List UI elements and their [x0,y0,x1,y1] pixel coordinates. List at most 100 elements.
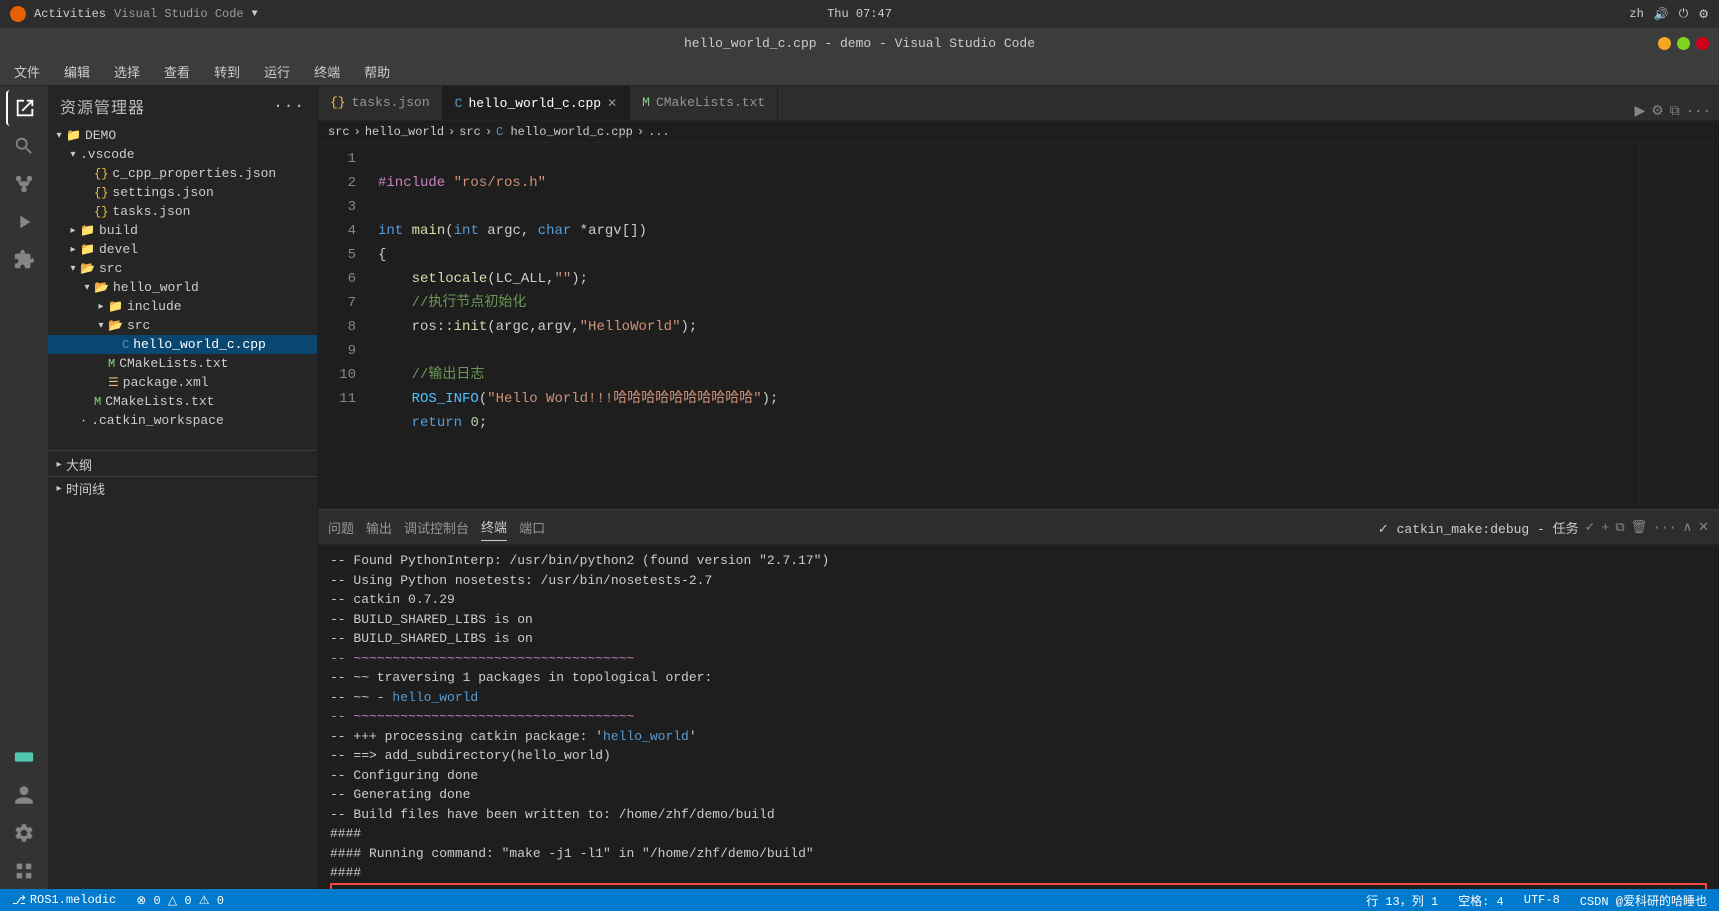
activity-remote[interactable] [6,739,42,775]
status-spaces[interactable]: 空格: 4 [1454,892,1508,909]
terminal-split-icon[interactable]: ⧉ [1615,520,1624,535]
activity-run-debug[interactable] [6,204,42,240]
tree-item-package-xml[interactable]: ☰ package.xml [48,373,317,392]
menu-file[interactable]: 文件 [10,60,44,83]
tab-output[interactable]: 输出 [366,514,392,541]
breadcrumb-part[interactable]: C hello_world_c.cpp [496,125,633,139]
terminal-line: -- Found PythonInterp: /usr/bin/python2 … [330,551,1707,571]
activity-extensions[interactable] [6,242,42,278]
sidebar-menu-icon[interactable]: ··· [273,97,305,115]
tab-debug-console[interactable]: 调试控制台 [404,514,469,541]
terminal-content[interactable]: -- Found PythonInterp: /usr/bin/python2 … [318,545,1719,889]
tree-item-outline[interactable]: ▸ 大纲 [48,450,317,476]
status-branch[interactable]: ⎇ ROS1.melodic [8,893,120,908]
terminal-line: -- Configuring done [330,766,1707,786]
terminal-trash-icon[interactable]: 🗑 [1631,520,1648,535]
file-icon: · [80,414,87,428]
terminal-check-icon[interactable]: ✓ [1585,520,1596,535]
activity-source-control[interactable] [6,166,42,202]
terminal-line: -- ~~~~~~~~~~~~~~~~~~~~~~~~~~~~~~~~~~~~ [330,649,1707,669]
tree-item-devel[interactable]: ▸ 📁 devel [48,240,317,259]
close-button[interactable] [1696,37,1709,50]
tree-item-catkin[interactable]: · .catkin_workspace [48,411,317,430]
minimap [1639,143,1719,509]
power-icon[interactable]: ⏻ [1679,7,1689,21]
activity-grid[interactable] [6,853,42,889]
tab-terminal[interactable]: 终端 [481,513,507,541]
tree-item-build[interactable]: ▸ 📁 build [48,221,317,240]
chevron-right-icon: ▸ [66,244,80,256]
tree-item-include[interactable]: ▸ 📁 include [48,297,317,316]
terminal-panel: 问题 输出 调试控制台 终端 端口 ✓ catkin_make:debug - … [318,509,1719,889]
activity-search[interactable] [6,128,42,164]
activity-explorer[interactable] [6,90,42,126]
menu-edit[interactable]: 编辑 [60,60,94,83]
settings-icon[interactable]: ⚙ [1651,103,1664,120]
cursor-label: 行 13，列 1 [1366,892,1438,909]
breadcrumb-sep: › [637,125,644,139]
tree-item-cmakelists-inner[interactable]: M CMakeLists.txt [48,354,317,373]
tree-item-settings[interactable]: {} settings.json [48,183,317,202]
terminal-more-icon[interactable]: ··· [1653,520,1676,535]
xml-file-icon: ☰ [108,375,119,390]
sound-icon[interactable]: 🔊 [1654,7,1669,22]
folder-closed-icon: 📁 [80,223,95,238]
chevron-right-icon: ▸ [66,225,80,237]
minimize-button[interactable] [1658,37,1671,50]
menu-terminal[interactable]: 终端 [310,60,344,83]
terminal-add-icon[interactable]: + [1602,520,1610,535]
maximize-button[interactable] [1677,37,1690,50]
tab-tasks-json[interactable]: {} tasks.json [318,86,443,120]
tree-item-demo[interactable]: ▾ 📁 DEMO [48,126,317,145]
tab-hello-cpp[interactable]: C hello_world_c.cpp ✕ [443,86,631,120]
activity-settings[interactable] [6,815,42,851]
vscode-label[interactable]: Visual Studio Code [114,7,244,21]
tree-item-src-root[interactable]: ▾ 📂 src [48,259,317,278]
branch-label: ROS1.melodic [30,893,116,907]
tab-close-button[interactable]: ✕ [607,96,617,111]
status-errors[interactable]: ⊗ 0 △ 0 ⚠ 0 [132,893,228,908]
tree-item-hello-world[interactable]: ▾ 📂 hello_world [48,278,317,297]
code-content[interactable]: #include "ros/ros.h" int main(int argc, … [366,143,1639,509]
terminal-chevron-up-icon[interactable]: ∧ [1683,520,1693,535]
split-editor-icon[interactable]: ⧉ [1670,104,1680,120]
menu-go[interactable]: 转到 [210,60,244,83]
menu-select[interactable]: 选择 [110,60,144,83]
status-encoding[interactable]: UTF-8 [1520,893,1564,907]
run-icon[interactable]: ▶ [1634,103,1645,120]
tab-cmake[interactable]: M CMakeLists.txt [630,86,778,120]
terminal-close-icon[interactable]: ✕ [1698,520,1709,535]
tree-item-cpp-properties[interactable]: {} c_cpp_properties.json [48,164,317,183]
breadcrumb-part[interactable]: ... [648,125,670,139]
status-cursor[interactable]: 行 13，列 1 [1362,892,1442,909]
terminal-line: -- Generating done [330,785,1707,805]
breadcrumb-part[interactable]: src [459,125,481,139]
breadcrumb-part[interactable]: hello_world [365,125,444,139]
tab-ports[interactable]: 端口 [519,514,545,541]
breadcrumb-part[interactable]: src [328,125,350,139]
tree-label: DEMO [85,128,116,143]
dropdown-icon[interactable]: ▼ [252,9,258,20]
tab-label: hello_world_c.cpp [468,96,601,111]
json-file-icon: {} [94,186,108,200]
lang-indicator[interactable]: zh [1629,7,1643,21]
tab-problems[interactable]: 问题 [328,514,354,541]
tree-item-tasks[interactable]: {} tasks.json [48,202,317,221]
chevron-down-icon: ▾ [66,263,80,275]
menu-run[interactable]: 运行 [260,60,294,83]
cpp-file-icon: C [122,338,129,352]
tree-item-vscode[interactable]: ▾ .vscode [48,145,317,164]
tree-item-timeline[interactable]: ▸ 时间线 [48,476,317,500]
activity-user[interactable] [6,777,42,813]
tree-item-src-inner[interactable]: ▾ 📂 src [48,316,317,335]
menu-help[interactable]: 帮助 [360,60,394,83]
tree-item-cmakelists-outer[interactable]: M CMakeLists.txt [48,392,317,411]
firefox-icon[interactable] [10,6,26,22]
status-right: 行 13，列 1 空格: 4 UTF-8 CSDN @爱科研的哈睡也 [1362,892,1711,909]
code-editor[interactable]: 1 2 3 4 5 6 7 8 9 10 11 #include "ros/ro… [318,143,1719,509]
more-actions-icon[interactable]: ··· [1686,104,1711,120]
settings-topbar-icon[interactable]: ⚙ [1698,7,1709,22]
activities-label[interactable]: Activities [34,7,106,21]
tree-item-hello-cpp[interactable]: C hello_world_c.cpp [48,335,317,354]
menu-view[interactable]: 查看 [160,60,194,83]
